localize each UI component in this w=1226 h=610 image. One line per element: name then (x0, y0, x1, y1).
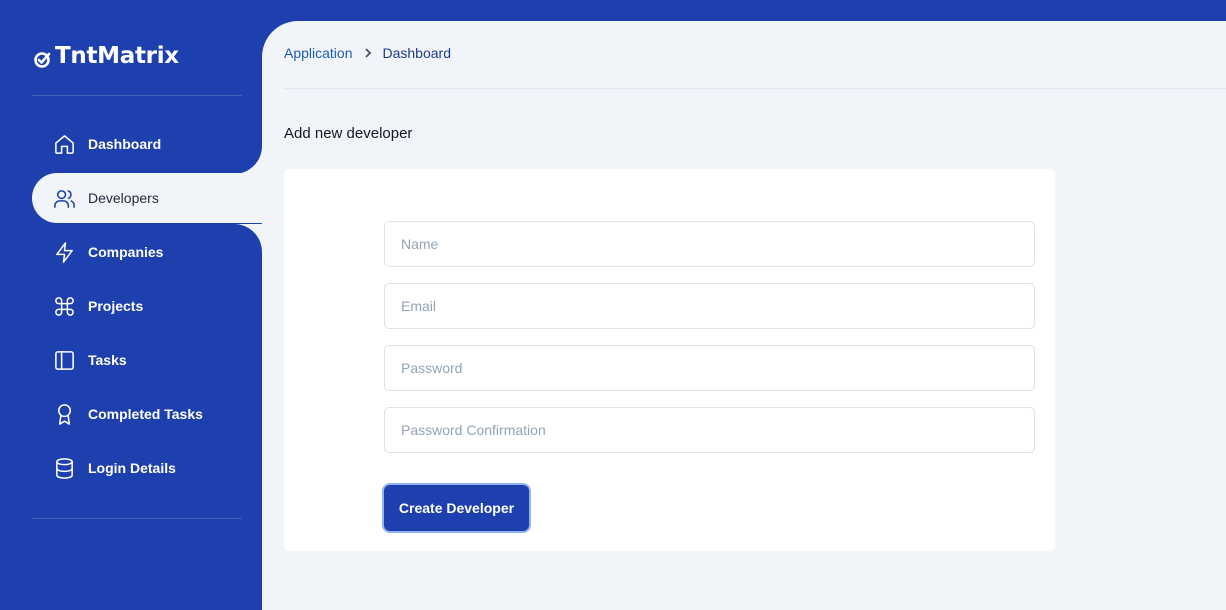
command-icon (52, 294, 76, 318)
logo-text: TntMatrix (55, 43, 179, 69)
chevron-right-icon (360, 45, 376, 61)
sidebar-item-label: Companies (88, 244, 164, 260)
sidebar-item-label: Projects (88, 298, 144, 314)
breadcrumb: Application Dashboard (284, 45, 451, 61)
page-title: Add new developer (284, 125, 413, 142)
award-icon (52, 402, 76, 426)
create-developer-button[interactable]: Create Developer (384, 485, 529, 531)
breadcrumb-application-link[interactable]: Application (284, 45, 353, 61)
sidebar-item-label: Dashboard (88, 136, 162, 152)
sidebar-item-dashboard[interactable]: Dashboard (32, 117, 262, 171)
sidebar-panel-icon (52, 348, 76, 372)
home-icon (52, 132, 76, 156)
password-confirmation-input[interactable] (384, 407, 1035, 453)
sidebar-nav: Dashboard Developers Companies Projects … (32, 117, 262, 495)
sidebar-item-label: Developers (88, 190, 159, 206)
sidebar-item-tasks[interactable]: Tasks (32, 333, 262, 387)
sidebar-item-label: Login Details (88, 460, 176, 476)
zap-icon (52, 240, 76, 264)
sidebar-divider-bottom (32, 518, 242, 519)
sidebar-item-login-details[interactable]: Login Details (32, 441, 262, 495)
sidebar: TntMatrix Dashboard Developers Companies… (0, 0, 262, 610)
email-input[interactable] (384, 283, 1035, 329)
database-icon (52, 456, 76, 480)
sidebar-item-completed-tasks[interactable]: Completed Tasks (32, 387, 262, 441)
developer-form-card: Create Developer (284, 169, 1055, 551)
sidebar-item-developers[interactable]: Developers (32, 173, 262, 223)
sidebar-item-label: Tasks (88, 352, 127, 368)
sidebar-divider-top (32, 95, 242, 96)
header-divider (284, 88, 1226, 89)
logo-icon (34, 52, 51, 68)
sidebar-item-label: Completed Tasks (88, 406, 203, 422)
app-root: TntMatrix Dashboard Developers Companies… (0, 0, 1226, 610)
sidebar-item-companies[interactable]: Companies (32, 225, 262, 279)
breadcrumb-current: Dashboard (382, 45, 452, 61)
users-icon (52, 186, 76, 210)
main-content: Application Dashboard Add new developer … (262, 21, 1226, 610)
logo[interactable]: TntMatrix (34, 40, 179, 72)
password-input[interactable] (384, 345, 1035, 391)
name-input[interactable] (384, 221, 1035, 267)
sidebar-item-projects[interactable]: Projects (32, 279, 262, 333)
